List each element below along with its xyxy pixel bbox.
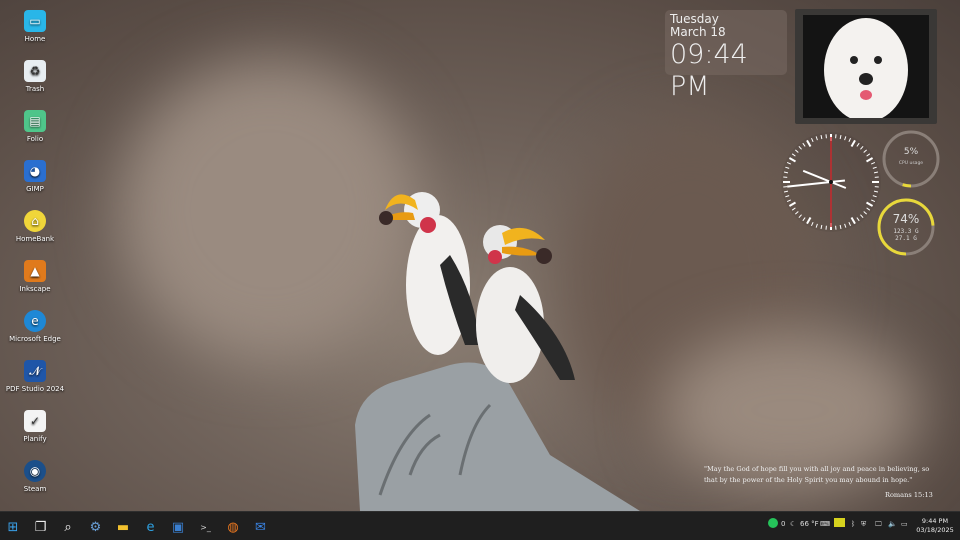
search-taskbar-button[interactable]: ⌕	[58, 517, 78, 537]
edge-icon: e	[24, 310, 46, 332]
desktop-icon-label: Planify	[23, 435, 47, 443]
date-time-widget: Tuesday March 18 09:44 PM	[665, 10, 787, 102]
photo-frame-widget[interactable]	[795, 9, 937, 124]
bluetooth-icon[interactable]: ᛒ	[851, 520, 855, 528]
desktop-icon-label: HomeBank	[15, 235, 55, 243]
display-app-icon[interactable]	[834, 518, 845, 527]
keyboard-icon[interactable]: ⌨	[820, 520, 830, 528]
inkscape-icon: ▲	[24, 260, 46, 282]
desktop-icon-label: Microsoft Edge	[9, 335, 61, 343]
date: March 18	[670, 25, 726, 39]
battery-icon[interactable]: ▭	[901, 520, 908, 528]
pdf-studio-icon: 𝓝	[24, 360, 46, 382]
disk-used: 123.3 G	[893, 228, 919, 235]
gimp-icon: ◕	[24, 160, 46, 182]
wallpaper-hornbills	[355, 192, 640, 511]
taskbar: ⊞ ❐ ⌕ ⚙ ▬ e ▣ >_ ◍ ✉ 0 ☾ 66 °F ⌨ ᛒ ⛨ 🖵 🔈 ▭ 9:44 P…	[0, 511, 960, 540]
monitor-icon: ▭	[24, 10, 46, 32]
taskbar-date[interactable]: 03/18/2025	[912, 526, 958, 534]
cpu-ring-track	[882, 130, 940, 188]
desktop-icon-label: GIMP	[26, 185, 44, 193]
homebank-icon: ⌂	[24, 210, 46, 232]
desktop-icon-homebank[interactable]: ⌂ HomeBank	[5, 210, 65, 243]
volume-icon[interactable]: 🔈	[888, 520, 897, 528]
bible-verse: "May the God of hope fill you with all j…	[704, 465, 930, 484]
task-view-taskbar-button[interactable]: ❐	[31, 517, 51, 537]
file-explorer-taskbar-button[interactable]: ▬	[113, 517, 133, 537]
desktop-icon-home[interactable]: ▭ Home	[5, 10, 65, 43]
whatsapp-count: 0	[781, 520, 786, 528]
verse-reference: Romans 15:13	[885, 491, 933, 499]
desktop-icon-folio[interactable]: ▤ Folio	[5, 110, 65, 143]
taskbar-time[interactable]: 9:44 PM	[915, 517, 955, 525]
clock-center	[829, 180, 833, 184]
desktop-icon-label: PDF Studio 2024	[5, 385, 65, 393]
desktop-icon-pdf-studio-2024[interactable]: 𝓝 PDF Studio 2024	[5, 360, 65, 393]
desktop-icon-label: Trash	[25, 85, 45, 93]
settings-taskbar-button[interactable]: ⚙	[86, 517, 106, 537]
desktop-icon-trash[interactable]: ♻ Trash	[5, 60, 65, 93]
desktop-icon-label: Folio	[26, 135, 44, 143]
weather-temp[interactable]: 66 °F	[800, 520, 819, 528]
store-taskbar-button[interactable]: ▣	[168, 517, 188, 537]
terminal-taskbar-button[interactable]: >_	[196, 517, 216, 537]
edge-taskbar-button[interactable]: e	[141, 517, 161, 537]
whatsapp-icon[interactable]	[768, 518, 778, 528]
desktop-icon-label: Steam	[23, 485, 47, 493]
steam-icon: ◉	[24, 460, 46, 482]
desktop-icon-label: Home	[24, 35, 46, 43]
desktop-icon-label: Inkscape	[19, 285, 51, 293]
trash-icon: ♻	[24, 60, 46, 82]
firefox-taskbar-button[interactable]: ◍	[223, 517, 243, 537]
digital-time: 09:44 PM	[670, 39, 748, 102]
desktop-icon-steam[interactable]: ◉ Steam	[5, 460, 65, 493]
notebook-icon: ▤	[24, 110, 46, 132]
desktop-icon-planify[interactable]: ✓ Planify	[5, 410, 65, 443]
start-taskbar-button[interactable]: ⊞	[3, 517, 23, 537]
weather-icon[interactable]: ☾	[790, 520, 796, 528]
checklist-icon: ✓	[24, 410, 46, 432]
system-widgets	[781, 130, 940, 256]
network-icon[interactable]: 🖵	[875, 520, 882, 529]
desktop-icon-gimp[interactable]: ◕ GIMP	[5, 160, 65, 193]
mail-taskbar-button[interactable]: ✉	[251, 517, 271, 537]
cpu-caption: CPU usage	[898, 161, 924, 166]
disk-free: 27.1 G	[895, 235, 917, 242]
disk-percent: 74%	[892, 212, 920, 226]
security-icon[interactable]: ⛨	[861, 520, 866, 529]
dog-photo	[803, 15, 929, 118]
desktop-icon-microsoft-edge[interactable]: e Microsoft Edge	[5, 310, 65, 343]
cpu-percent: 5%	[903, 147, 919, 157]
desktop-icon-inkscape[interactable]: ▲ Inkscape	[5, 260, 65, 293]
